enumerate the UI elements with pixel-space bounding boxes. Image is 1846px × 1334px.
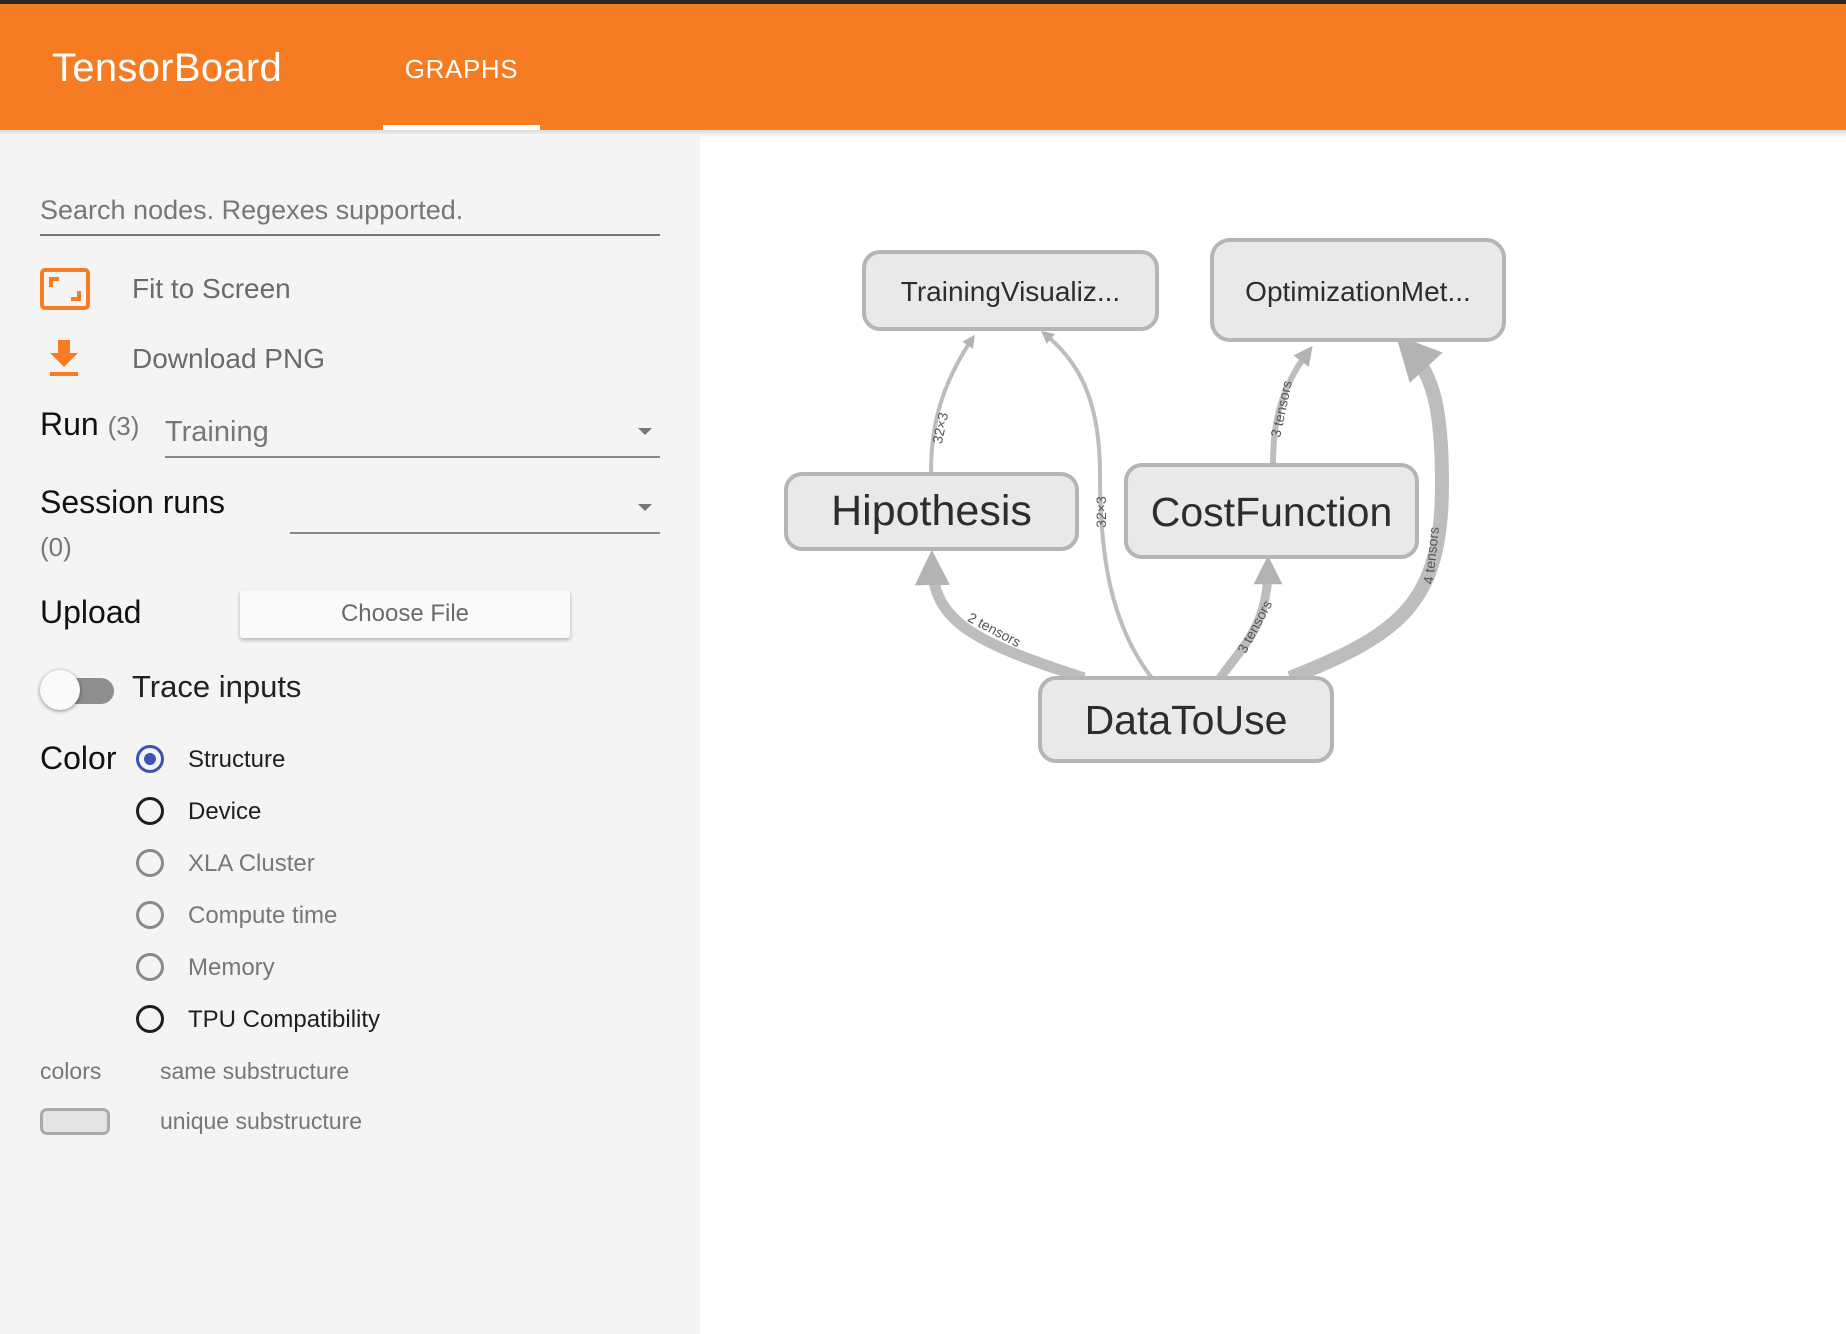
app-title: TensorBoard [52,46,283,90]
node-label: TrainingVisualiz... [901,276,1120,307]
graph-node-optimization[interactable]: OptimizationMet... [1210,238,1506,342]
session-runs-count: (0) [40,532,72,562]
app-header: TensorBoard GRAPHS [0,4,1846,130]
search-input[interactable] [40,186,660,236]
download-png-button[interactable]: Download PNG [40,332,440,386]
color-radio-memory[interactable]: Memory [136,946,496,990]
graph-node-data[interactable]: DataToUse [1038,676,1334,763]
toggle-knob [40,670,80,710]
session-runs-label: Session runs [40,484,225,520]
radio-label: Structure [188,746,286,773]
radio-unchecked-icon [136,901,164,929]
choose-file-button[interactable]: Choose File [240,590,570,638]
edge-label: 32×3 [1093,496,1109,528]
run-count: (3) [107,411,140,441]
radio-label: Compute time [188,902,338,929]
run-title: Run [40,406,99,442]
radio-unchecked-icon [136,953,164,981]
tab-graphs-label: GRAPHS [404,54,519,84]
node-label: DataToUse [1085,697,1288,743]
trace-inputs-toggle[interactable] [40,666,116,714]
radio-unchecked-icon [136,797,164,825]
graph-node-training[interactable]: TrainingVisualiz... [862,250,1159,331]
node-label: CostFunction [1151,489,1393,535]
color-radio-device[interactable]: Device [136,790,496,834]
chevron-down-icon [638,504,652,511]
fit-to-screen-button[interactable]: Fit to Screen [40,262,440,316]
edge-data-hipothesis [914,549,1086,684]
trace-inputs-label: Trace inputs [132,669,302,704]
colors-legend-label: colors [40,1058,102,1084]
graph-node-hipothesis[interactable]: Hipothesis [784,472,1079,551]
node-label: OptimizationMet... [1245,276,1471,307]
run-label: Run (3) [40,406,139,443]
session-runs-select[interactable] [290,486,660,534]
radio-unchecked-icon [136,1005,164,1033]
node-label: Hipothesis [831,487,1032,535]
radio-label: XLA Cluster [188,850,315,877]
sidebar: Fit to Screen Download PNG Run (3) Train… [0,134,700,1334]
color-radio-xla-cluster[interactable]: XLA Cluster [136,842,496,886]
legend-same-substructure: same substructure [160,1058,350,1084]
edge-label: 3 tensors [1267,379,1295,439]
download-icon [50,340,78,376]
color-radio-structure[interactable]: Structure [136,738,496,782]
edge-label: 32×3 [929,411,951,445]
fit-screen-icon [40,268,90,310]
color-radio-tpu-compatibility[interactable]: TPU Compatibility [136,998,496,1042]
legend-unique-substructure: unique substructure [160,1108,363,1134]
radio-label: Memory [188,954,275,981]
legend-swatch [40,1108,110,1135]
color-radio-compute-time[interactable]: Compute time [136,894,496,938]
edge-hipothesis-training [929,334,975,473]
tab-graphs[interactable]: GRAPHS [383,4,540,130]
edge-label: 3 tensors [1234,597,1275,655]
chevron-down-icon [638,428,652,435]
radio-unchecked-icon [136,849,164,877]
run-selected-value: Training [165,416,269,448]
download-png-label: Download PNG [132,343,325,374]
radio-checked-icon [136,745,164,773]
radio-label: Device [188,798,262,825]
run-select[interactable]: Training [165,410,660,458]
graph-canvas[interactable]: 32×3 32×3 2 tensors 3 tensors 3 tensors … [700,134,1846,1334]
graph-node-cost[interactable]: CostFunction [1124,463,1419,559]
radio-label: TPU Compatibility [188,1006,381,1033]
upload-label: Upload [40,594,142,630]
fit-to-screen-label: Fit to Screen [132,273,291,304]
color-label: Color [40,740,117,776]
edge-label: 4 tensors [1420,526,1442,585]
